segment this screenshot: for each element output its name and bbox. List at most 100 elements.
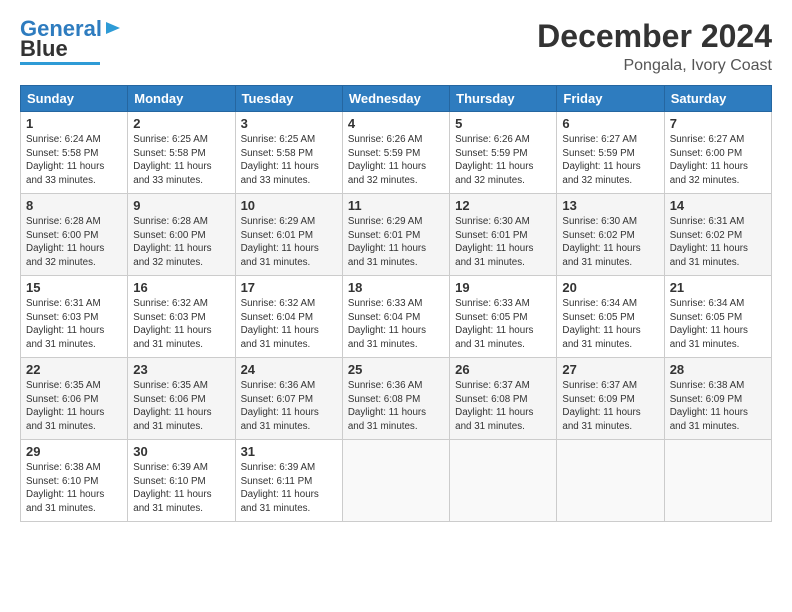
day-info: Sunrise: 6:37 AMSunset: 6:08 PMDaylight:… [455,379,551,434]
day-number: 16 [133,280,229,295]
day-number: 13 [562,198,658,213]
table-row [342,440,449,522]
day-number: 26 [455,362,551,377]
day-info: Sunrise: 6:30 AMSunset: 6:01 PMDaylight:… [455,215,551,270]
day-info: Sunrise: 6:28 AMSunset: 6:00 PMDaylight:… [26,215,122,270]
day-info: Sunrise: 6:35 AMSunset: 6:06 PMDaylight:… [26,379,122,434]
day-info: Sunrise: 6:33 AMSunset: 6:05 PMDaylight:… [455,297,551,352]
header: General Blue December 2024 Pongala, Ivor… [20,18,772,75]
day-number: 23 [133,362,229,377]
day-number: 30 [133,444,229,459]
table-row: 30 Sunrise: 6:39 AMSunset: 6:10 PMDayligh… [128,440,235,522]
day-info: Sunrise: 6:29 AMSunset: 6:01 PMDaylight:… [241,215,337,270]
table-row: 31 Sunrise: 6:39 AMSunset: 6:11 PMDayligh… [235,440,342,522]
calendar-title: December 2024 [537,18,772,55]
table-row: 4 Sunrise: 6:26 AMSunset: 5:59 PMDaylight… [342,112,449,194]
day-info: Sunrise: 6:38 AMSunset: 6:10 PMDaylight:… [26,461,122,516]
day-info: Sunrise: 6:37 AMSunset: 6:09 PMDaylight:… [562,379,658,434]
header-monday: Monday [128,86,235,112]
calendar-header-row: Sunday Monday Tuesday Wednesday Thursday… [21,86,772,112]
logo: General Blue [20,18,122,65]
day-number: 1 [26,116,122,131]
day-info: Sunrise: 6:25 AMSunset: 5:58 PMDaylight:… [133,133,229,188]
header-friday: Friday [557,86,664,112]
day-number: 7 [670,116,766,131]
day-number: 20 [562,280,658,295]
day-number: 11 [348,198,444,213]
table-row: 2 Sunrise: 6:25 AMSunset: 5:58 PMDaylight… [128,112,235,194]
logo-arrow-icon [104,19,122,37]
table-row: 12 Sunrise: 6:30 AMSunset: 6:01 PMDayligh… [450,194,557,276]
day-number: 3 [241,116,337,131]
header-tuesday: Tuesday [235,86,342,112]
table-row: 24 Sunrise: 6:36 AMSunset: 6:07 PMDayligh… [235,358,342,440]
title-block: December 2024 Pongala, Ivory Coast [537,18,772,75]
table-row: 20 Sunrise: 6:34 AMSunset: 6:05 PMDayligh… [557,276,664,358]
day-number: 10 [241,198,337,213]
header-sunday: Sunday [21,86,128,112]
day-info: Sunrise: 6:27 AMSunset: 5:59 PMDaylight:… [562,133,658,188]
header-saturday: Saturday [664,86,771,112]
day-number: 2 [133,116,229,131]
day-info: Sunrise: 6:31 AMSunset: 6:02 PMDaylight:… [670,215,766,270]
day-number: 18 [348,280,444,295]
day-number: 5 [455,116,551,131]
table-row: 26 Sunrise: 6:37 AMSunset: 6:08 PMDayligh… [450,358,557,440]
table-row: 14 Sunrise: 6:31 AMSunset: 6:02 PMDayligh… [664,194,771,276]
day-number: 8 [26,198,122,213]
day-number: 28 [670,362,766,377]
day-info: Sunrise: 6:29 AMSunset: 6:01 PMDaylight:… [348,215,444,270]
day-number: 31 [241,444,337,459]
day-info: Sunrise: 6:34 AMSunset: 6:05 PMDaylight:… [670,297,766,352]
day-info: Sunrise: 6:38 AMSunset: 6:09 PMDaylight:… [670,379,766,434]
day-info: Sunrise: 6:28 AMSunset: 6:00 PMDaylight:… [133,215,229,270]
day-number: 12 [455,198,551,213]
day-number: 9 [133,198,229,213]
table-row: 1Sunrise: 6:24 AMSunset: 5:58 PMDaylight… [21,112,128,194]
table-row: 3 Sunrise: 6:25 AMSunset: 5:58 PMDaylight… [235,112,342,194]
day-info: Sunrise: 6:26 AMSunset: 5:59 PMDaylight:… [455,133,551,188]
day-info: Sunrise: 6:30 AMSunset: 6:02 PMDaylight:… [562,215,658,270]
page: General Blue December 2024 Pongala, Ivor… [0,0,792,612]
day-info: Sunrise: 6:26 AMSunset: 5:59 PMDaylight:… [348,133,444,188]
day-info: Sunrise: 6:36 AMSunset: 6:08 PMDaylight:… [348,379,444,434]
header-thursday: Thursday [450,86,557,112]
table-row: 6 Sunrise: 6:27 AMSunset: 5:59 PMDaylight… [557,112,664,194]
day-number: 29 [26,444,122,459]
day-number: 22 [26,362,122,377]
table-row [557,440,664,522]
table-row: 27 Sunrise: 6:37 AMSunset: 6:09 PMDayligh… [557,358,664,440]
table-row: 13 Sunrise: 6:30 AMSunset: 6:02 PMDayligh… [557,194,664,276]
day-info: Sunrise: 6:32 AMSunset: 6:03 PMDaylight:… [133,297,229,352]
table-row: 8 Sunrise: 6:28 AMSunset: 6:00 PMDaylight… [21,194,128,276]
calendar-table: Sunday Monday Tuesday Wednesday Thursday… [20,85,772,522]
day-info: Sunrise: 6:39 AMSunset: 6:11 PMDaylight:… [241,461,337,516]
logo-text2: Blue [20,38,68,60]
calendar-week-row: 22 Sunrise: 6:35 AMSunset: 6:06 PMDayligh… [21,358,772,440]
day-number: 27 [562,362,658,377]
table-row: 9 Sunrise: 6:28 AMSunset: 6:00 PMDaylight… [128,194,235,276]
header-wednesday: Wednesday [342,86,449,112]
table-row: 10 Sunrise: 6:29 AMSunset: 6:01 PMDayligh… [235,194,342,276]
day-info: Sunrise: 6:27 AMSunset: 6:00 PMDaylight:… [670,133,766,188]
day-number: 14 [670,198,766,213]
day-number: 6 [562,116,658,131]
day-number: 19 [455,280,551,295]
table-row: 22 Sunrise: 6:35 AMSunset: 6:06 PMDayligh… [21,358,128,440]
day-info: Sunrise: 6:25 AMSunset: 5:58 PMDaylight:… [241,133,337,188]
day-info: Sunrise: 6:31 AMSunset: 6:03 PMDaylight:… [26,297,122,352]
day-number: 4 [348,116,444,131]
table-row: 18 Sunrise: 6:33 AMSunset: 6:04 PMDayligh… [342,276,449,358]
day-info: Sunrise: 6:36 AMSunset: 6:07 PMDaylight:… [241,379,337,434]
calendar-week-row: 29 Sunrise: 6:38 AMSunset: 6:10 PMDayligh… [21,440,772,522]
day-number: 24 [241,362,337,377]
day-info: Sunrise: 6:34 AMSunset: 6:05 PMDaylight:… [562,297,658,352]
table-row: 29 Sunrise: 6:38 AMSunset: 6:10 PMDayligh… [21,440,128,522]
day-info: Sunrise: 6:39 AMSunset: 6:10 PMDaylight:… [133,461,229,516]
table-row: 23Sunrise: 6:35 AMSunset: 6:06 PMDayligh… [128,358,235,440]
logo-underline [20,62,100,65]
day-number: 17 [241,280,337,295]
table-row: 5 Sunrise: 6:26 AMSunset: 5:59 PMDaylight… [450,112,557,194]
day-info: Sunrise: 6:33 AMSunset: 6:04 PMDaylight:… [348,297,444,352]
day-number: 21 [670,280,766,295]
